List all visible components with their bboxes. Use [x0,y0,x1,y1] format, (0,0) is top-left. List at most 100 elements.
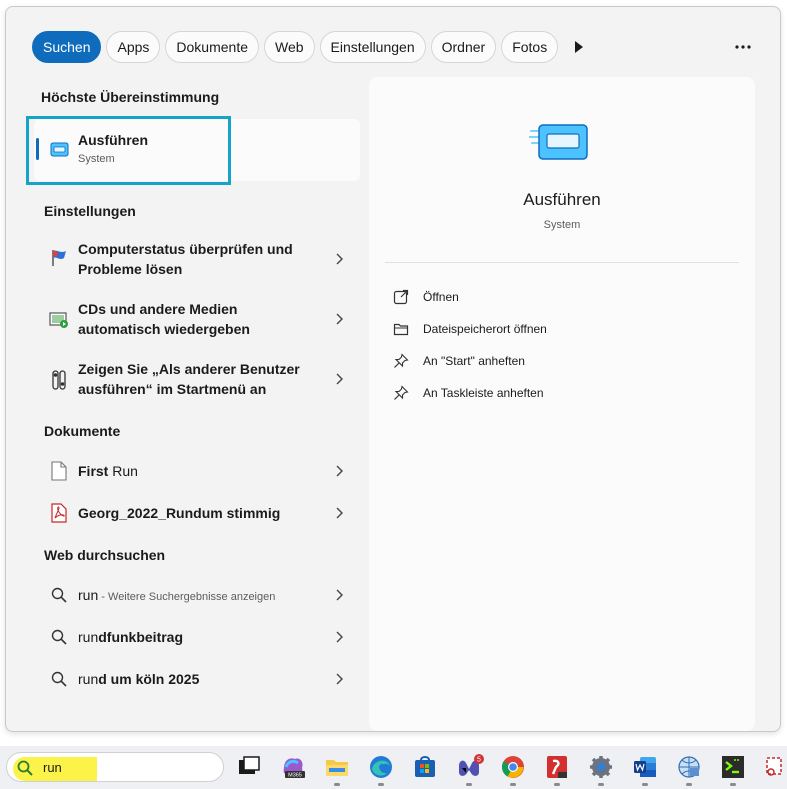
section-title-documents: Dokumente [44,423,121,439]
pin-icon [394,353,409,368]
microsoft-365-icon[interactable]: M365 [280,754,306,780]
autoplay-icon [48,309,70,331]
chevron-right-icon [336,465,343,477]
document-title-bold: Georg_2022_Rundum stimmig [78,505,281,521]
document-item[interactable]: First Run [34,457,360,485]
more-options-button[interactable] [730,35,756,59]
tab-fotos[interactable]: Fotos [501,31,559,63]
run-app-icon [529,124,588,160]
chevron-right-icon [336,373,343,385]
action-pin-taskbar[interactable]: An Taskleiste anheften [393,385,544,401]
search-panel: Suchen Apps Dokumente Web Einstellungen … [5,6,781,732]
tab-web[interactable]: Web [264,31,315,63]
pin-icon [394,385,409,400]
running-indicator [466,783,472,786]
query-completion: dfunkbeitrag [98,629,184,645]
query-prefix: run [78,671,99,687]
action-label: Dateispeicherort öffnen [423,322,547,336]
flag-icon [48,247,70,269]
settings-item-line1: Computerstatus überprüfen und [78,241,293,257]
chevron-right-icon [336,507,343,519]
running-indicator [554,783,560,786]
ellipsis-icon [735,45,751,49]
taskbar-search-box[interactable]: run [6,752,224,782]
search-icon [48,668,70,690]
chevron-right-icon [336,589,343,601]
notification-badge: 5 [477,757,481,764]
file-explorer-icon[interactable] [324,754,350,786]
settings-item-line2: Probleme lösen [78,261,183,277]
network-icon[interactable] [676,754,702,786]
query-hint: - Weitere Suchergebnisse anzeigen [98,591,276,603]
web-search-item[interactable]: rundfunkbeitrag [34,623,360,651]
edge-icon[interactable] [368,754,394,786]
tab-suchen[interactable]: Suchen [32,31,102,63]
search-icon [17,760,33,776]
pdf-icon [48,502,70,524]
teams-icon[interactable]: 5 [456,754,484,786]
running-indicator [686,783,692,786]
highlight-frame [26,116,231,185]
web-search-item[interactable]: run - Weitere Suchergebnisse anzeigen [34,581,360,609]
settings-item[interactable]: CDs und andere Medien automatisch wieder… [34,297,360,341]
open-external-icon [393,289,409,305]
action-label: An Taskleiste anheften [423,386,544,400]
chevron-right-icon [336,631,343,643]
document-icon [48,460,70,482]
running-indicator [642,783,648,786]
tab-dokumente[interactable]: Dokumente [165,31,259,63]
chevron-right-icon [336,313,343,325]
action-label: An "Start" anheften [423,354,525,368]
task-view-icon[interactable] [236,754,262,780]
tab-apps[interactable]: Apps [106,31,161,63]
section-title-settings: Einstellungen [44,203,136,219]
running-indicator [378,783,384,786]
word-icon[interactable] [632,754,658,786]
settings-item-line1: Zeigen Sie „Als anderer Benutzer [78,361,300,377]
section-title-best-match: Höchste Übereinstimmung [41,89,220,105]
chevron-right-icon [336,673,343,685]
settings-item-line2: ausführen“ im Startmenü an [78,381,267,397]
query-completion: d um köln 2025 [98,671,200,687]
search-icon [48,584,70,606]
action-open-file-location[interactable]: Dateispeicherort öffnen [393,321,547,337]
search-input[interactable]: run [43,760,62,775]
running-indicator [598,783,604,786]
running-indicator [510,783,516,786]
chevron-right-icon [336,253,343,265]
filter-tabs: Suchen Apps Dokumente Web Einstellungen … [32,31,595,63]
store-icon[interactable] [412,754,438,780]
chrome-icon[interactable] [500,754,526,786]
query-prefix: run [78,629,99,645]
settings-item[interactable]: Computerstatus überprüfen und Probleme l… [34,237,360,281]
preview-pane: Ausführen System Öffnen Dateispeicherort… [369,77,755,731]
document-item[interactable]: Georg_2022_Rundum stimmig [34,499,360,527]
terminal-icon[interactable] [720,754,746,786]
tab-einstellungen[interactable]: Einstellungen [319,31,426,63]
settings-icon[interactable] [588,754,614,786]
action-label: Öffnen [423,290,459,304]
m365-label: M365 [288,773,302,779]
divider [385,262,739,263]
running-indicator [334,783,340,786]
toggle-settings-icon [48,369,70,391]
folder-icon [393,323,409,336]
document-title-rest: Run [108,463,138,479]
snipping-tool-icon[interactable] [764,754,784,780]
settings-item-line2: automatisch wiedergeben [78,321,250,337]
document-title-bold: First [78,463,109,479]
action-open[interactable]: Öffnen [393,289,459,305]
desktop: Suchen Apps Dokumente Web Einstellungen … [0,0,787,789]
web-search-item[interactable]: rund um köln 2025 [34,665,360,693]
search-icon [48,626,70,648]
tab-ordner[interactable]: Ordner [430,31,497,63]
section-title-web: Web durchsuchen [44,547,166,563]
more-tabs-button[interactable] [563,31,595,63]
preview-title: Ausführen [523,190,601,209]
play-icon [575,41,584,53]
settings-item-line1: CDs und andere Medien [78,301,238,317]
preview-subtitle: System [543,219,581,231]
pdf-editor-icon[interactable] [544,754,570,786]
settings-item[interactable]: Zeigen Sie „Als anderer Benutzer ausführ… [34,357,360,401]
action-pin-start[interactable]: An "Start" anheften [393,353,525,369]
